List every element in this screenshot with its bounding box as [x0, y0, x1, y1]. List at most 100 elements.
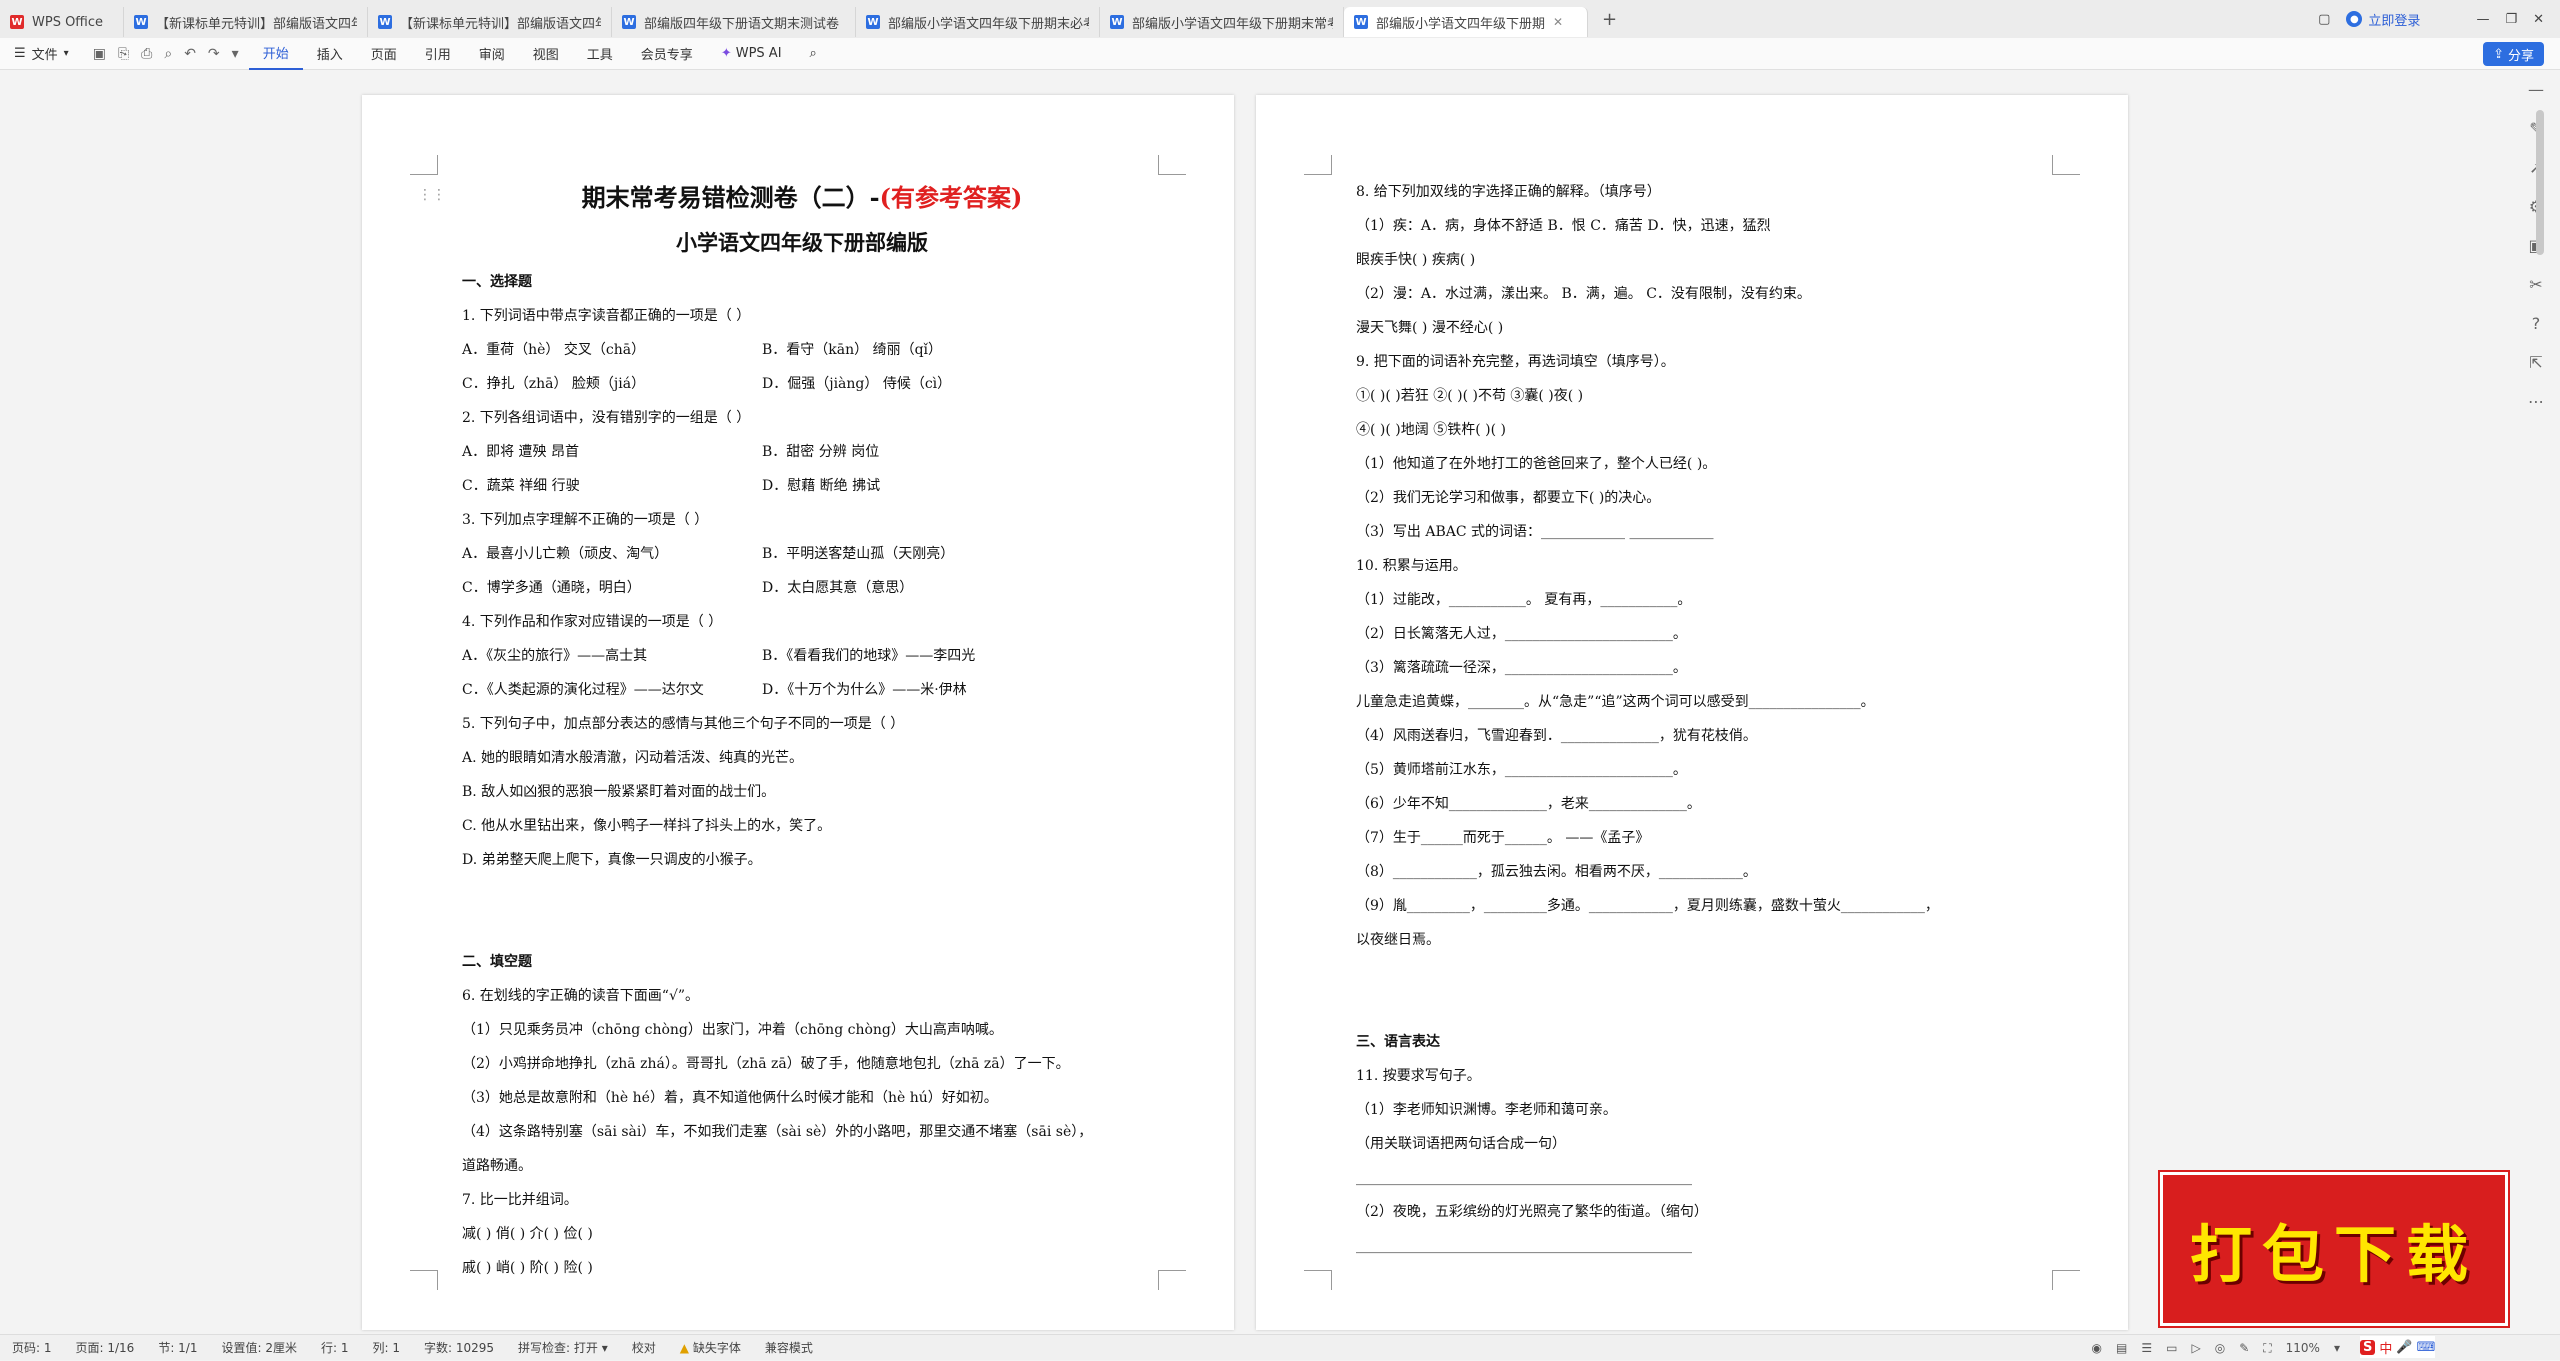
- option-row: A．《灰尘的旅行》——高士其 B．《看看我们的地球》——李四光: [462, 639, 1142, 673]
- tab-tools[interactable]: 工具: [573, 38, 627, 70]
- restore-icon[interactable]: ❐: [2505, 12, 2517, 27]
- tab-page[interactable]: 页面: [357, 38, 411, 70]
- new-tab-button[interactable]: +: [1588, 9, 1631, 30]
- fit-icon[interactable]: ⛶: [2263, 1341, 2271, 1356]
- text-line: 漫天飞舞( ) 漫不经心( ): [1356, 320, 1504, 336]
- page2-lines: 8. 给下列加双线的字选择正确的解释。（填序号） （1）疾：A．病，身体不舒适 B…: [1356, 175, 2056, 1263]
- close-icon[interactable]: ✕: [1553, 15, 1563, 29]
- status-page[interactable]: 页码: 1: [0, 1339, 64, 1356]
- option-text: C．挣扎（zhā） 脸颊（jiá）: [462, 376, 646, 392]
- font-missing-label: 缺失字体: [692, 1341, 741, 1355]
- document-page-2[interactable]: 8. 给下列加双线的字选择正确的解释。（填序号） （1）疾：A．病，身体不舒适 B…: [1256, 95, 2128, 1330]
- status-pages[interactable]: 页面: 1/16: [64, 1339, 147, 1356]
- option-text: A．即将 遭殃 昂首: [462, 444, 580, 460]
- ime-indicator[interactable]: S 中 🎤 ⌨: [2360, 1336, 2436, 1358]
- mic-icon[interactable]: 🎤: [2396, 1340, 2412, 1355]
- text-line: （4）这条路特别塞（sāi sài）车，不如我们走塞（sài sè）外的小路吧，…: [462, 1124, 1093, 1140]
- option-text: A．《灰尘的旅行》——高士其: [462, 648, 648, 664]
- window-mode-icon[interactable]: ▢: [2318, 12, 2330, 27]
- export-pdf-icon[interactable]: ⎘: [118, 46, 129, 62]
- status-compat[interactable]: 兼容模式: [753, 1339, 825, 1356]
- tab-document[interactable]: W 部编版小学语文四年级下册期末常考: [1100, 7, 1344, 37]
- title-answer-note: (有参考答案): [879, 183, 1023, 212]
- tab-review[interactable]: 审阅: [465, 38, 519, 70]
- tab-wps-office[interactable]: W WPS Office: [0, 7, 124, 37]
- tab-member[interactable]: 会员专享: [627, 38, 707, 70]
- play-icon[interactable]: ▷: [2191, 1341, 2200, 1355]
- text-line: 儿童急走追黄蝶，________。从“急走”“追”这两个词可以感受到______…: [1356, 694, 1875, 710]
- chevron-down-icon[interactable]: ▾: [2334, 1341, 2340, 1355]
- print-icon[interactable]: ⎙: [141, 46, 152, 62]
- status-font-missing[interactable]: ▲ 缺失字体: [668, 1339, 753, 1356]
- tab-insert[interactable]: 插入: [303, 38, 357, 70]
- pen-icon[interactable]: ✎: [2239, 1341, 2249, 1355]
- zoom-level[interactable]: 110%: [2286, 1341, 2320, 1355]
- wps-ai-button[interactable]: ✦ WPS AI: [707, 38, 796, 70]
- collapse-icon[interactable]: —: [2528, 80, 2544, 99]
- option-row: A．即将 遭殃 昂首 B．甜密 分辨 岗位: [462, 435, 1142, 469]
- page-view-icon[interactable]: ▤: [2116, 1341, 2127, 1355]
- view-controls: ◉ ▤ ☰ ▭ ▷ ◎ ✎ ⛶ 110% ▾: [2092, 1335, 2340, 1361]
- tab-document[interactable]: W 部编版小学语文四年级下册期末必考: [856, 7, 1100, 37]
- more-icon[interactable]: ⋯: [2528, 392, 2544, 411]
- print-preview-icon[interactable]: ⌕: [164, 46, 172, 62]
- margin-mark: [410, 155, 438, 175]
- status-spell[interactable]: 拼写检查: 打开 ▾: [506, 1339, 620, 1356]
- reading-view-icon[interactable]: ▭: [2166, 1341, 2177, 1355]
- tools-icon[interactable]: ✂: [2529, 275, 2542, 294]
- tab-references[interactable]: 引用: [411, 38, 465, 70]
- status-setting[interactable]: 设置值: 2厘米: [209, 1339, 309, 1356]
- option-text: D．倔强（jiàng） 侍候（cì）: [762, 376, 952, 392]
- ai-icon: ✦: [720, 46, 732, 61]
- text-line: 3. 下列加点字理解不正确的一项是（ ）: [462, 512, 709, 528]
- status-row[interactable]: 行: 1: [309, 1339, 361, 1356]
- chevron-down-icon[interactable]: ▾: [232, 46, 239, 62]
- text-line: （3）她总是故意附和（hè hé）着，真不知道他俩什么时候才能和（hè hú）好…: [462, 1090, 998, 1106]
- outline-view-icon[interactable]: ☰: [2141, 1341, 2152, 1355]
- vertical-scrollbar[interactable]: [2536, 110, 2544, 255]
- drag-handle-icon[interactable]: ⋮⋮: [418, 187, 446, 203]
- text-line: （8）____________，孤云独去闲。相看两不厌，____________…: [1356, 864, 1757, 880]
- web-view-icon[interactable]: ◎: [2215, 1341, 2225, 1355]
- file-menu[interactable]: ☰ 文件 ▾: [0, 38, 83, 70]
- option-row: C．博学多通（通晓，明白） D．太白愿其意（意思）: [462, 571, 1142, 605]
- redo-icon[interactable]: ↷: [208, 46, 220, 62]
- eye-icon[interactable]: ◉: [2092, 1341, 2102, 1355]
- status-section[interactable]: 节: 1/1: [146, 1339, 209, 1356]
- text-line: （1）只见乘务员冲（chōng chòng）出家门，冲着（chōng chòng…: [462, 1022, 1003, 1038]
- share-doc-icon[interactable]: ⇱: [2529, 353, 2542, 372]
- minimize-icon[interactable]: —: [2476, 12, 2489, 27]
- search-icon[interactable]: ⌕: [796, 38, 831, 70]
- tab-view[interactable]: 视图: [519, 38, 573, 70]
- tab-document-active[interactable]: W 部编版小学语文四年级下册期 ✕: [1344, 7, 1588, 37]
- text-line: A. 她的眼睛如清水般清澈，闪动着活泼、纯真的光芒。: [462, 750, 804, 766]
- save-icon[interactable]: ▣: [93, 46, 106, 62]
- help-icon[interactable]: ?: [2532, 314, 2541, 333]
- document-page-1[interactable]: ⋮⋮ 期末常考易错检测卷（二）-(有参考答案) 小学语文四年级下册部编版 一、选…: [362, 95, 1234, 1330]
- share-button[interactable]: ⇪ 分享: [2483, 42, 2544, 66]
- close-window-icon[interactable]: ✕: [2533, 12, 2544, 27]
- option-text: B．看守（kān） 绮丽（qǐ）: [762, 342, 943, 358]
- tab-document[interactable]: W 部编版四年级下册语文期末测试卷: [612, 7, 856, 37]
- text-line: 5. 下列句子中，加点部分表达的感情与其他三个句子不同的一项是（ ）: [462, 716, 905, 732]
- option-row: A．重荷（hè） 交叉（chā） B．看守（kān） 绮丽（qǐ）: [462, 333, 1142, 367]
- section-heading: 一、选择题: [462, 274, 532, 290]
- status-proof[interactable]: 校对: [620, 1339, 668, 1356]
- login-button[interactable]: ● 立即登录: [2346, 10, 2420, 29]
- ime-logo-icon: S: [2360, 1339, 2376, 1355]
- download-banner[interactable]: 打包下载: [2160, 1172, 2508, 1326]
- text-line: （1）李老师知识渊博。李老师和蔼可亲。: [1356, 1102, 1617, 1118]
- page-subtitle: 小学语文四年级下册部编版: [676, 230, 928, 255]
- keyboard-icon[interactable]: ⌨: [2417, 1340, 2436, 1355]
- tab-document[interactable]: W 【新课标单元特训】部编版语文四年: [124, 7, 368, 37]
- text-line: 4. 下列作品和作家对应错误的一项是（ ）: [462, 614, 723, 630]
- doc-icon: W: [1354, 15, 1368, 29]
- tab-home[interactable]: 开始: [248, 38, 303, 70]
- status-words[interactable]: 字数: 10295: [412, 1339, 506, 1356]
- undo-icon[interactable]: ↶: [184, 46, 196, 62]
- tab-document[interactable]: W 【新课标单元特训】部编版语文四年: [368, 7, 612, 37]
- status-col[interactable]: 列: 1: [360, 1339, 412, 1356]
- doc-icon: W: [1110, 15, 1124, 29]
- doc-icon: W: [378, 15, 392, 29]
